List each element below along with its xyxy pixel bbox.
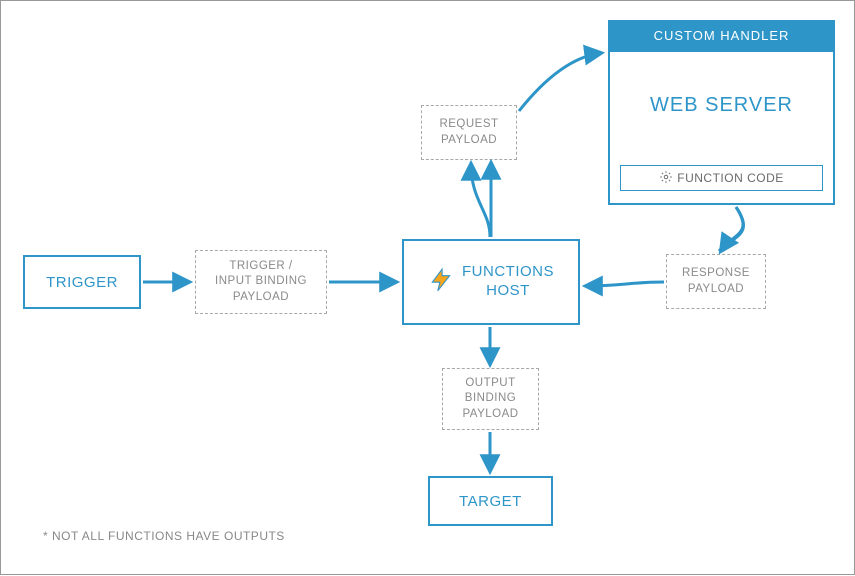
target-box: TARGET xyxy=(428,476,553,526)
function-code-label: FUNCTION CODE xyxy=(677,171,784,185)
output-payload-label: OUTPUT BINDING PAYLOAD xyxy=(462,376,518,423)
arrow-response-to-host xyxy=(586,282,664,286)
output-payload-box: OUTPUT BINDING PAYLOAD xyxy=(442,368,539,430)
response-payload-label: RESPONSE PAYLOAD xyxy=(682,266,750,297)
bolt-icon xyxy=(428,267,454,297)
target-label: TARGET xyxy=(459,493,522,510)
function-code-box: FUNCTION CODE xyxy=(620,165,823,191)
diagram-canvas: TRIGGER TRIGGER / INPUT BINDING PAYLOAD … xyxy=(0,0,855,575)
functions-host-box: FUNCTIONS HOST xyxy=(402,239,580,325)
footnote-text: * NOT ALL FUNCTIONS HAVE OUTPUTS xyxy=(43,529,285,543)
web-server-label: WEB SERVER xyxy=(650,94,793,117)
input-payload-box: TRIGGER / INPUT BINDING PAYLOAD xyxy=(195,250,327,314)
arrow-handler-to-response-final xyxy=(721,207,744,251)
gear-icon xyxy=(659,170,673,187)
arrow-request-to-handler xyxy=(519,53,601,111)
response-payload-box: RESPONSE PAYLOAD xyxy=(666,254,766,309)
web-server-box: WEB SERVER FUNCTION CODE xyxy=(608,50,835,205)
footnote-label: * NOT ALL FUNCTIONS HAVE OUTPUTS xyxy=(43,529,285,543)
custom-handler-header: CUSTOM HANDLER xyxy=(608,20,835,50)
arrow-host-up xyxy=(471,164,490,237)
arrow-handler-down-seg1 xyxy=(719,207,743,251)
input-payload-label: TRIGGER / INPUT BINDING PAYLOAD xyxy=(215,259,307,306)
request-payload-box: REQUEST PAYLOAD xyxy=(421,105,517,160)
trigger-label: TRIGGER xyxy=(46,274,118,291)
custom-handler-header-label: CUSTOM HANDLER xyxy=(654,28,790,43)
trigger-box: TRIGGER xyxy=(23,255,141,309)
functions-host-label: FUNCTIONS HOST xyxy=(462,263,554,301)
request-payload-label: REQUEST PAYLOAD xyxy=(439,117,498,148)
